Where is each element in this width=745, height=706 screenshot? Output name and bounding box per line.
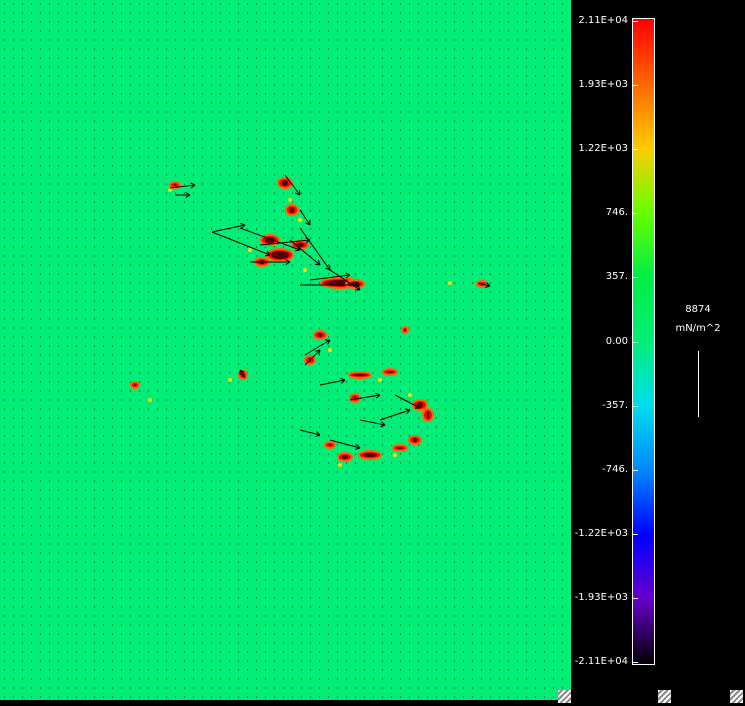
colorbar-tick-mark	[632, 662, 638, 663]
heatmap-plot	[0, 0, 571, 706]
colorbar-tick-label: -357.	[602, 399, 628, 411]
hot-spot-core	[318, 333, 322, 337]
yellow-speck	[378, 378, 382, 382]
yellow-speck	[448, 281, 452, 285]
hot-spot-core	[282, 180, 288, 186]
vector-scale-unit: mN/m^2	[675, 323, 721, 334]
hot-spot-core	[413, 438, 417, 442]
hot-spot-core	[387, 371, 393, 373]
hot-spot-core	[271, 251, 289, 259]
colorbar-tick-mark	[632, 21, 638, 22]
colorbar-tick-mark	[632, 277, 638, 279]
vector-scale-value: 8874	[685, 304, 711, 315]
vector-arrow	[319, 379, 346, 386]
yellow-speck	[148, 398, 152, 402]
vector-scale-bar	[698, 351, 699, 417]
hot-spot-core	[329, 444, 331, 446]
colorbar-tick-label: 357.	[605, 271, 628, 283]
hot-spot-core	[290, 207, 294, 213]
colorbar-tick-mark	[632, 85, 638, 87]
bottom-strip	[0, 700, 745, 706]
colorbar-tick-mark	[632, 341, 638, 343]
vector-arrow	[359, 419, 386, 426]
colorbar-tick-mark	[632, 533, 638, 535]
resize-handle[interactable]	[658, 690, 671, 703]
colorbar-tick-mark	[632, 149, 638, 151]
hot-spot-core	[427, 411, 429, 419]
hot-spot-core	[134, 384, 136, 386]
colorbar-tick-mark	[632, 405, 638, 407]
colorbar-tick-label: -1.22E+03	[574, 527, 628, 539]
yellow-speck	[408, 393, 412, 397]
hot-spot-core	[397, 447, 403, 449]
colorbar-tick-mark	[632, 469, 638, 471]
hot-spot-core	[342, 455, 348, 459]
colorbar-tick-label: -2.11E+04	[574, 656, 628, 667]
yellow-speck	[288, 198, 292, 202]
yellow-speck	[303, 268, 307, 272]
yellow-speck	[393, 453, 397, 457]
vector-field	[4, 3, 563, 698]
yellow-speck	[228, 378, 232, 382]
vector-arrow	[299, 209, 311, 226]
colorbar-tick-label: -1.93E+03	[574, 591, 628, 603]
grid-dots	[4, 3, 563, 698]
colorbar-tick-mark	[632, 213, 638, 215]
resize-handle[interactable]	[558, 690, 571, 703]
yellow-speck	[338, 463, 342, 467]
colorbar-tick-label: 1.93E+03	[578, 79, 628, 91]
colorbar-tick-label: 746.	[605, 207, 628, 219]
hot-spot-core	[363, 453, 377, 457]
vector-arrow	[379, 409, 411, 421]
hot-spot-core	[174, 184, 176, 186]
colorbar-tick-label: 1.22E+03	[578, 143, 628, 155]
yellow-speck	[328, 348, 332, 352]
colorbar-tick-label: 0.00	[605, 335, 628, 347]
colorbar-tick-mark	[632, 597, 638, 599]
colorbar-tick-label: -746.	[602, 463, 628, 475]
yellow-speck	[298, 218, 302, 222]
resize-handle[interactable]	[730, 690, 743, 703]
colorbar-tick-label: 2.11E+04	[578, 15, 628, 26]
yellow-speck	[168, 188, 172, 192]
yellow-speck	[248, 248, 252, 252]
hot-spot-core	[353, 374, 367, 376]
hot-spot-core	[404, 329, 406, 331]
